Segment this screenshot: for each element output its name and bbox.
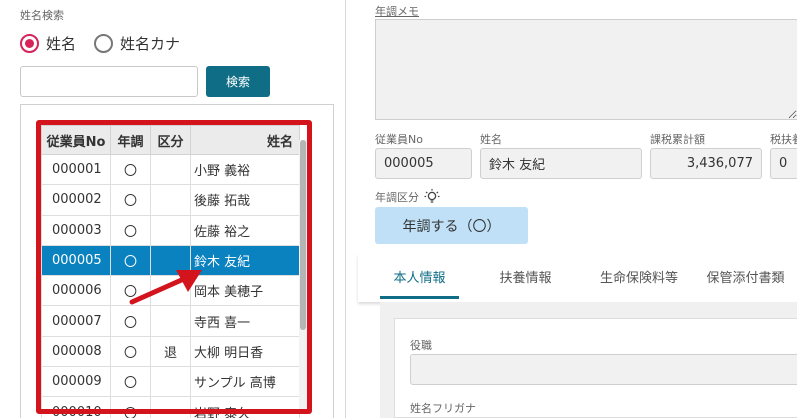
table-row[interactable]: 000010 〇 岩野 泰久 — [41, 396, 300, 418]
tax-dependent-label: 税扶養 — [770, 133, 797, 146]
search-button[interactable]: 検索 — [206, 66, 270, 97]
cell-name: サンプル 高博 — [190, 366, 300, 398]
tab-dependents[interactable]: 扶養情報 — [473, 254, 578, 299]
cell-kubun — [150, 366, 191, 398]
cell-nencho: 〇 — [110, 396, 151, 418]
cell-kubun — [150, 396, 191, 418]
cell-name: 岡本 美穂子 — [190, 275, 300, 307]
cell-kubun: 退 — [150, 335, 191, 368]
cell-nencho: 〇 — [110, 305, 151, 337]
cell-emp-no: 000007 — [41, 305, 111, 337]
cell-nencho: 〇 — [110, 275, 151, 307]
table-row[interactable]: 000009 〇 サンプル 高博 — [41, 366, 300, 398]
position-label: 役職 — [410, 339, 432, 352]
cell-name: 後藤 拓哉 — [190, 184, 300, 216]
cell-name: 寺西 喜一 — [190, 305, 300, 337]
memo-textarea[interactable] — [375, 19, 797, 120]
tab-personal-info[interactable]: 本人情報 — [380, 254, 459, 299]
cell-kubun — [150, 244, 191, 277]
position-field[interactable] — [410, 354, 797, 385]
header-name[interactable]: 姓名 — [190, 125, 300, 155]
cell-kubun — [150, 184, 191, 216]
table-header-row: 従業員No 年調 区分 姓名 — [41, 125, 300, 155]
name-field[interactable]: 鈴木 友紀 — [480, 148, 642, 179]
taxable-field[interactable]: 3,436,077 — [650, 148, 762, 179]
search-section-label: 姓名検索 — [20, 9, 64, 22]
taxable-label: 課税累計額 — [650, 133, 705, 146]
memo-label[interactable]: 年調メモ — [375, 3, 419, 19]
tab-attachments[interactable]: 保管添付書類 — [694, 254, 797, 299]
radio-name[interactable]: 姓名 — [20, 33, 76, 54]
lightbulb-icon[interactable] — [423, 188, 441, 206]
cell-emp-no: 000010 — [41, 396, 111, 418]
table-row[interactable]: 000008 〇 退 大柳 明日香 — [41, 335, 300, 368]
table-scrollbar-thumb[interactable] — [300, 140, 306, 330]
header-kubun[interactable]: 区分 — [150, 125, 191, 155]
cell-nencho: 〇 — [110, 184, 151, 216]
cell-emp-no: 000005 — [41, 244, 111, 277]
search-mode-radio-group: 姓名 姓名カナ — [20, 33, 198, 54]
emp-no-field[interactable]: 000005 — [375, 148, 472, 179]
cell-name: 小野 義裕 — [190, 153, 300, 186]
cell-name: 岩野 泰久 — [190, 396, 300, 418]
search-input[interactable] — [20, 66, 198, 97]
name-label: 姓名 — [480, 133, 502, 146]
radio-name-label: 姓名 — [46, 35, 77, 53]
cell-emp-no: 000002 — [41, 184, 111, 216]
nencho-label: 年調区分 — [375, 191, 419, 204]
nencho-section: 年調区分 — [375, 188, 441, 206]
cell-emp-no: 000008 — [41, 335, 111, 368]
cell-kubun — [150, 275, 191, 307]
table-row[interactable]: 000006 〇 岡本 美穂子 — [41, 275, 300, 307]
cell-emp-no: 000006 — [41, 275, 111, 307]
header-emp-no[interactable]: 従業員No — [41, 125, 111, 155]
cell-emp-no: 000009 — [41, 366, 111, 398]
table-row-selected[interactable]: 000005 〇 鈴木 友紀 — [41, 244, 300, 277]
table-row[interactable]: 000007 〇 寺西 喜一 — [41, 305, 300, 337]
cell-name: 佐藤 裕之 — [190, 214, 300, 246]
detail-tabs: 本人情報 扶養情報 生命保険料等 保管添付書類 — [358, 254, 797, 302]
cell-name: 大柳 明日香 — [190, 335, 300, 368]
radio-checked-icon[interactable] — [20, 34, 39, 53]
employee-table: 従業員No 年調 区分 姓名 000001 〇 小野 義裕 000002 〇 後… — [41, 125, 300, 418]
radio-kana[interactable]: 姓名カナ — [94, 33, 180, 54]
table-row[interactable]: 000002 〇 後藤 拓哉 — [41, 184, 300, 216]
cell-kubun — [150, 214, 191, 246]
tab-life-insurance[interactable]: 生命保険料等 — [586, 254, 692, 299]
cell-nencho: 〇 — [110, 244, 151, 277]
radio-unchecked-icon[interactable] — [94, 34, 114, 53]
cell-nencho: 〇 — [110, 366, 151, 398]
emp-no-label: 従業員No — [375, 133, 423, 146]
nencho-toggle-button[interactable]: 年調する（〇） — [375, 207, 528, 244]
name-furigana-label: 姓名フリガナ — [410, 402, 476, 415]
active-tab-indicator — [380, 296, 459, 299]
cell-emp-no: 000003 — [41, 214, 111, 246]
cell-nencho: 〇 — [110, 153, 151, 186]
cell-nencho: 〇 — [110, 214, 151, 246]
tax-dependent-field[interactable]: 0 — [770, 148, 797, 179]
cell-kubun — [150, 305, 191, 337]
table-row[interactable]: 000001 〇 小野 義裕 — [41, 153, 300, 186]
table-row[interactable]: 000003 〇 佐藤 裕之 — [41, 214, 300, 246]
cell-kubun — [150, 153, 191, 186]
header-nencho[interactable]: 年調 — [110, 125, 151, 155]
cell-name: 鈴木 友紀 — [190, 244, 300, 277]
radio-kana-label: 姓名カナ — [120, 35, 181, 53]
cell-nencho: 〇 — [110, 335, 151, 368]
cell-emp-no: 000001 — [41, 153, 111, 186]
